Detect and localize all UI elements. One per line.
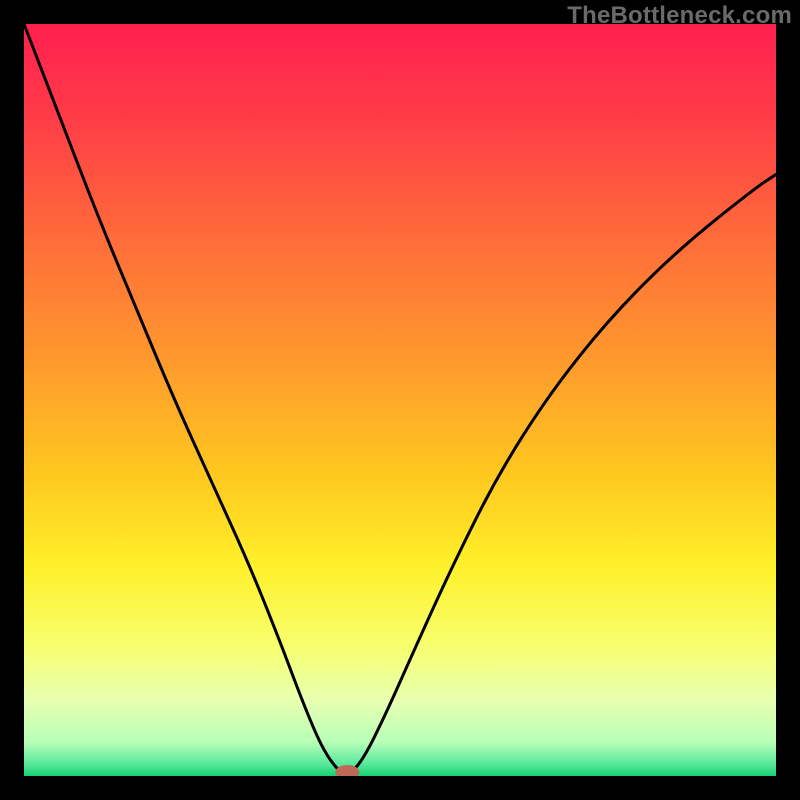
chart-background [24,24,776,776]
chart-svg [24,24,776,776]
chart-frame: TheBottleneck.com [0,0,800,800]
plot-area [24,24,776,776]
watermark-text: TheBottleneck.com [567,2,792,30]
